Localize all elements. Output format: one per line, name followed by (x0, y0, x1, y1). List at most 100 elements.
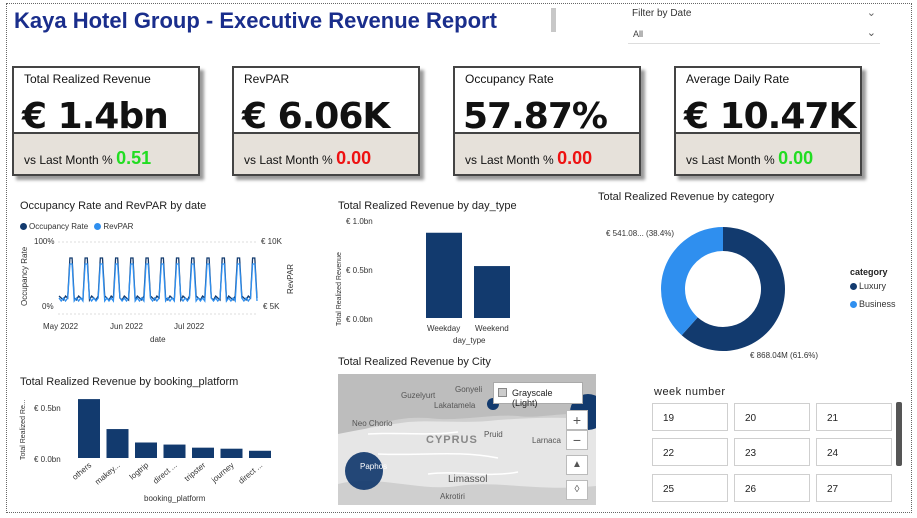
kpi-card-adr[interactable]: Average Daily Rate € 10.47K vs Last Mont… (674, 66, 862, 176)
y-tick: € 5K (263, 302, 280, 311)
x-axis-label: day_type (453, 336, 486, 345)
map-place: Akrotiri (440, 492, 465, 501)
kpi-label: Average Daily Rate (686, 72, 790, 86)
week-button[interactable]: 25 (652, 474, 728, 502)
data-label: € 541.08... (38.4%) (606, 229, 675, 238)
map-place: Larnaca (532, 436, 561, 445)
platform-chart-title: Total Realized Revenue by booking_platfo… (20, 376, 239, 388)
y-tick: 0% (42, 302, 54, 311)
chevron-down-icon[interactable]: ⌄ (867, 26, 876, 39)
map-place: CYPRUS (426, 434, 478, 446)
bar-platform[interactable] (249, 450, 271, 458)
legend-revpar: RevPAR (103, 222, 134, 231)
week-button[interactable]: 22 (652, 438, 728, 466)
occ-revpar-plot[interactable] (58, 238, 258, 318)
kpi-foot-label: vs Last Month % (244, 153, 333, 167)
week-button[interactable]: 26 (734, 474, 810, 502)
bar-weekend[interactable] (474, 266, 510, 318)
week-scrollbar[interactable] (896, 402, 902, 466)
city-bubble-paphos (345, 452, 383, 490)
bar-platform[interactable] (163, 444, 186, 458)
week-button[interactable]: 24 (816, 438, 892, 466)
map-place: Limassol (448, 474, 488, 485)
x-tick: Jul 2022 (174, 322, 205, 331)
x-tick: tripster (183, 460, 208, 483)
revpar-line (58, 263, 258, 303)
map-place: Guzelyurt (401, 391, 436, 400)
chevron-down-icon[interactable]: ⌄ (867, 6, 876, 19)
y-axis-label: Total Realized Re... (20, 399, 27, 460)
legend-dot (94, 223, 102, 231)
x-tick: Weekday (427, 324, 461, 333)
kpi-footer: vs Last Month % 0.00 (676, 132, 860, 174)
y-axis-label: Total Realized Revenue (336, 252, 343, 326)
x-axis-label: booking_platform (144, 494, 206, 503)
occ-chart-title: Occupancy Rate and RevPAR by date (20, 200, 207, 212)
kpi-foot-label: vs Last Month % (686, 153, 775, 167)
week-button[interactable]: 20 (734, 403, 810, 431)
kpi-delta: 0.00 (336, 148, 372, 168)
week-button[interactable]: 21 (816, 403, 892, 431)
bar-platform[interactable] (78, 399, 100, 458)
y-axis-label-right: RevPAR (286, 263, 295, 294)
kpi-delta: 0.00 (557, 148, 593, 168)
zoom-in-button[interactable]: + (566, 410, 588, 430)
slice-business[interactable] (661, 227, 723, 336)
week-button[interactable]: 23 (734, 438, 810, 466)
kpi-value: € 10.47K (684, 96, 856, 137)
kpi-card-revpar[interactable]: RevPAR € 6.06K vs Last Month % 0.00 (232, 66, 420, 176)
y-tick: € 0.5bn (346, 266, 373, 275)
bar-platform[interactable] (192, 447, 214, 458)
data-label: € 868.04M (61.6%) (750, 351, 819, 360)
y-axis-label: Occupancy Rate (20, 246, 29, 306)
category-donut[interactable] (660, 226, 786, 352)
legend-title: category (850, 267, 888, 277)
week-slicer-title: week number (654, 386, 726, 398)
date-filter-slicer[interactable]: Filter by Date ⌄ All ⌄ (628, 4, 880, 44)
kpi-value: € 1.4bn (22, 96, 169, 137)
x-tick: Weekend (475, 324, 509, 333)
map-place: Neo Chorio (352, 419, 393, 428)
filter-value: All (633, 29, 644, 39)
kpi-footer: vs Last Month % 0.51 (14, 132, 198, 174)
kpi-label: RevPAR (244, 72, 290, 86)
day-type-plot[interactable] (386, 218, 536, 322)
bar-platform[interactable] (106, 429, 129, 458)
week-button[interactable]: 19 (652, 403, 728, 431)
legend-item-luxury[interactable]: Luxury (850, 281, 886, 291)
tilt-icon[interactable]: ▲ (566, 455, 588, 475)
category-chart-title: Total Realized Revenue by category (598, 191, 775, 203)
x-tick: logtrip (128, 460, 151, 481)
platform-plot[interactable]: others makey... logtrip direct ... tripster j… (72, 396, 276, 486)
map-title: Total Realized Revenue by City (338, 356, 491, 368)
y-tick: € 0.0bn (34, 455, 61, 464)
map-style-picker[interactable]: Grayscale (Light) (493, 382, 583, 408)
legend-dot (850, 283, 857, 291)
zoom-out-button[interactable]: − (566, 430, 588, 450)
legend-item-business[interactable]: Business (850, 299, 896, 309)
y-tick: € 0.0bn (346, 315, 373, 324)
kpi-label: Total Realized Revenue (24, 72, 151, 86)
bar-platform[interactable] (135, 442, 157, 459)
x-tick: journey (209, 461, 236, 485)
bar-weekday[interactable] (426, 232, 462, 318)
x-tick: makey... (93, 461, 121, 486)
bar-platform[interactable] (220, 448, 243, 458)
title-divider (551, 8, 556, 32)
kpi-delta: 0.00 (778, 148, 814, 168)
y-tick: € 10K (261, 237, 282, 246)
x-tick: May 2022 (43, 322, 79, 331)
week-button[interactable]: 27 (816, 474, 892, 502)
filter-dropdown[interactable]: All ⌄ (628, 24, 880, 44)
kpi-value: € 6.06K (242, 96, 390, 137)
map-place: Gonyeli (455, 385, 483, 394)
compass-icon[interactable]: ◊ (566, 480, 588, 500)
kpi-foot-label: vs Last Month % (24, 153, 113, 167)
occ-legend[interactable]: Occupancy Rate RevPAR (20, 222, 133, 231)
kpi-card-total-revenue[interactable]: Total Realized Revenue € 1.4bn vs Last M… (12, 66, 200, 176)
kpi-foot-label: vs Last Month % (465, 153, 554, 167)
map-place: Paphos (360, 462, 388, 471)
map-place: Pruid (484, 430, 503, 439)
kpi-card-occupancy[interactable]: Occupancy Rate 57.87% vs Last Month % 0.… (453, 66, 641, 176)
filter-label: Filter by Date (632, 8, 692, 19)
